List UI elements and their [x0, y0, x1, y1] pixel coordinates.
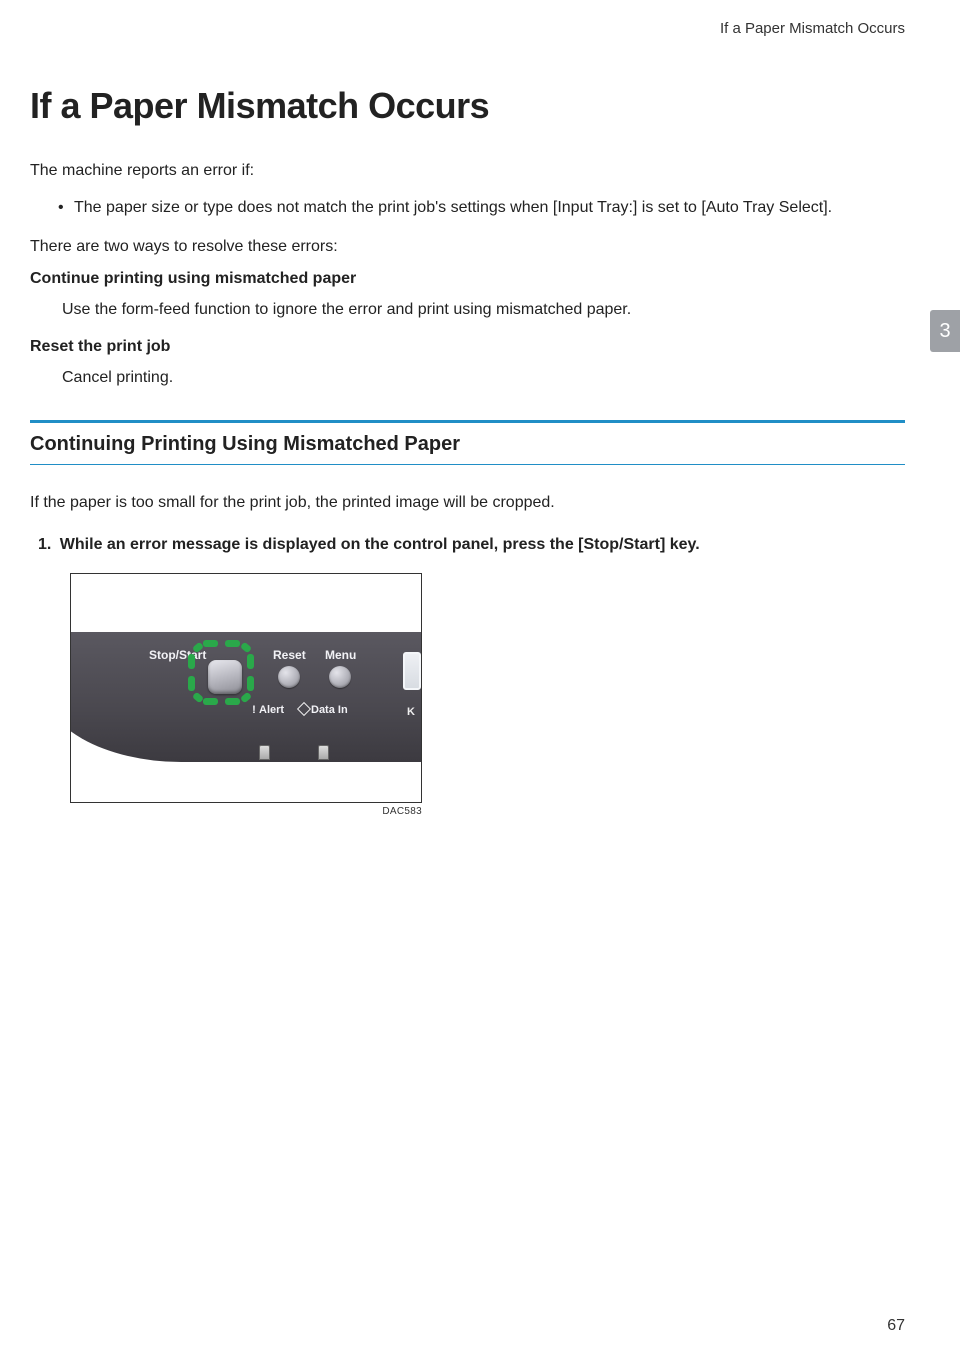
step-list: 1. While an error message is displayed o… [30, 533, 905, 817]
display-edge [403, 652, 421, 690]
page-number: 67 [887, 1317, 905, 1335]
running-header: If a Paper Mismatch Occurs [720, 20, 905, 37]
alert-label: !Alert [249, 704, 284, 716]
datain-label: Data In [299, 704, 348, 716]
definition-list: Continue printing using mismatched paper… [30, 270, 905, 390]
figure-box: Stop/Start [70, 573, 422, 803]
datain-led [318, 745, 329, 760]
error-list-item: The paper size or type does not match th… [58, 196, 905, 220]
definition-desc: Use the form-feed function to ignore the… [30, 298, 905, 322]
page-title: If a Paper Mismatch Occurs [30, 85, 905, 127]
chapter-tab: 3 [930, 310, 960, 352]
k-label: K [407, 706, 415, 718]
error-list: The paper size or type does not match th… [30, 196, 905, 220]
menu-label: Menu [325, 648, 356, 662]
intro-text: The machine reports an error if: [30, 159, 905, 182]
exclaim-icon: ! [249, 704, 259, 716]
section-rule-top [30, 420, 905, 423]
figure: Stop/Start [70, 573, 422, 817]
definition-term: Continue printing using mismatched paper [30, 270, 905, 288]
page-content: If a Paper Mismatch Occurs The machine r… [0, 0, 960, 817]
reset-label: Reset [273, 648, 306, 662]
alert-led [259, 745, 270, 760]
resolve-intro: There are two ways to resolve these erro… [30, 238, 905, 256]
stopstart-button[interactable] [208, 660, 242, 694]
figure-code: DAC583 [70, 806, 422, 817]
step-item: 1. While an error message is displayed o… [38, 533, 905, 817]
section-heading: Continuing Printing Using Mismatched Pap… [30, 433, 905, 456]
section-intro: If the paper is too small for the print … [30, 491, 905, 515]
section-rule-bottom [30, 464, 905, 465]
definition-desc: Cancel printing. [30, 366, 905, 390]
step-number: 1. [38, 536, 51, 553]
diamond-icon [297, 702, 311, 716]
definition-term: Reset the print job [30, 338, 905, 356]
step-text: While an error message is displayed on t… [60, 536, 700, 553]
